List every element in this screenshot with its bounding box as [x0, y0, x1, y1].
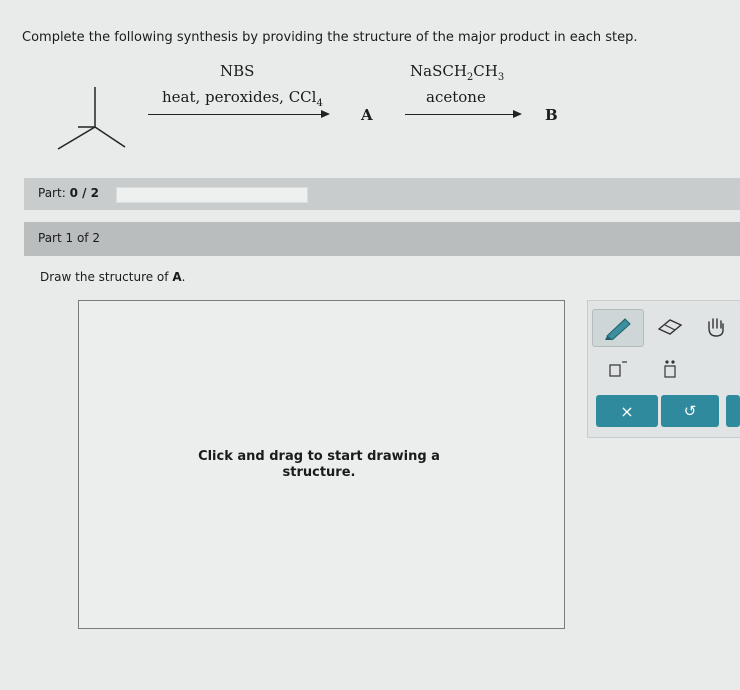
pencil-tool[interactable]	[592, 309, 644, 347]
question-prefix: Draw the structure of	[40, 270, 173, 284]
pencil-icon	[605, 318, 631, 340]
reagent-nbs: NBS	[220, 62, 255, 80]
redo-button[interactable]	[726, 395, 740, 427]
eraser-tool[interactable]	[650, 309, 690, 345]
part-tab[interactable]: Part 1 of 2	[24, 222, 740, 256]
tool-panel: × ↺	[587, 300, 740, 438]
reagent-conditions-1: heat, peroxides, CCl4	[162, 88, 323, 109]
hand-tool[interactable]	[696, 309, 736, 345]
eraser-icon	[657, 319, 683, 335]
reagent-part-4: 3	[497, 72, 505, 83]
reagent-part-1: NaSCH	[410, 62, 467, 80]
canvas-hint: Click and drag to start drawing a struct…	[198, 449, 440, 480]
part-status-prefix: Part:	[38, 186, 66, 200]
reagent-solvent: acetone	[426, 88, 486, 106]
reaction-scheme: NBS heat, peroxides, CCl4 A NaSCH2CH3 ac…	[0, 52, 740, 162]
question-prompt: Draw the structure of A.	[40, 270, 185, 284]
drawing-canvas[interactable]: Click and drag to start drawing a struct…	[78, 300, 565, 629]
hand-icon	[708, 318, 724, 337]
reagent-conditions-1-subscript: 4	[316, 98, 323, 109]
part-status-bar: Part: 0 / 2	[24, 178, 740, 210]
question-suffix: .	[181, 270, 186, 284]
product-a-label: A	[361, 106, 373, 124]
clear-button[interactable]: ×	[596, 395, 658, 427]
instruction-text: Complete the following synthesis by prov…	[22, 30, 638, 45]
undo-button[interactable]: ↺	[661, 395, 719, 427]
part-status-value: 0 / 2	[69, 186, 99, 200]
product-b-label: B	[545, 106, 558, 124]
reagent-nasch2ch3: NaSCH2CH3	[410, 62, 504, 83]
part-status-label: Part: 0 / 2	[38, 186, 99, 200]
part-progress-bar	[116, 187, 308, 203]
lone-pair-tool[interactable]	[650, 351, 690, 387]
bracket-tool[interactable]	[598, 351, 638, 387]
reaction-arrow-1	[148, 110, 330, 118]
reagent-conditions-1-text: heat, peroxides, CCl	[162, 88, 317, 106]
lone-pair-icon	[664, 360, 676, 378]
reaction-arrow-2	[405, 110, 522, 118]
bracket-icon	[609, 361, 627, 377]
reagent-part-3: CH	[473, 62, 498, 80]
part-tab-label: Part 1 of 2	[38, 231, 100, 245]
question-target: A	[172, 270, 182, 284]
